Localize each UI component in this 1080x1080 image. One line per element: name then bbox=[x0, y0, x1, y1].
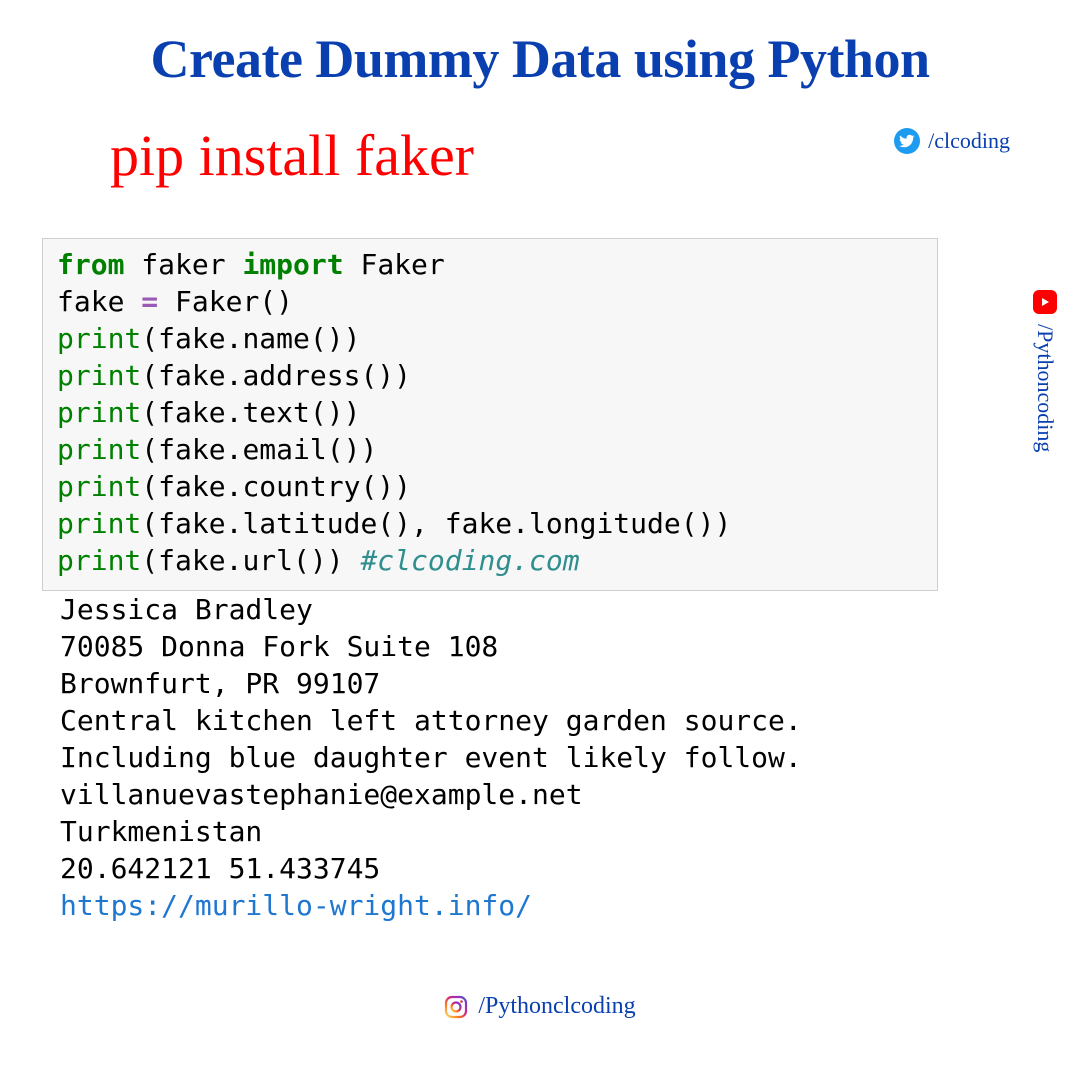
code-var: fake bbox=[57, 285, 141, 318]
code-arg-name: (fake.name()) bbox=[141, 322, 360, 355]
code-print: print bbox=[57, 359, 141, 392]
output-text-line2: Including blue daughter event likely fol… bbox=[60, 741, 802, 774]
instagram-handle: /Pythonclcoding bbox=[478, 993, 635, 1020]
output-address-line2: Brownfurt, PR 99107 bbox=[60, 667, 380, 700]
youtube-handle: /Pythoncoding bbox=[1032, 324, 1058, 452]
output-name: Jessica Bradley bbox=[60, 593, 313, 626]
output-country: Turkmenistan bbox=[60, 815, 262, 848]
code-operator: = bbox=[141, 285, 158, 318]
youtube-badge: /Pythoncoding bbox=[1032, 290, 1058, 452]
output-block: Jessica Bradley 70085 Donna Fork Suite 1… bbox=[60, 592, 802, 925]
instagram-icon bbox=[444, 995, 468, 1019]
twitter-icon bbox=[894, 128, 920, 154]
code-keyword-from: from bbox=[57, 248, 124, 281]
code-arg-country: (fake.country()) bbox=[141, 470, 411, 503]
code-print: print bbox=[57, 433, 141, 466]
code-cell: from faker import Faker fake = Faker() p… bbox=[42, 238, 938, 591]
code-print: print bbox=[57, 544, 141, 577]
code-keyword-import: import bbox=[242, 248, 343, 281]
code-print: print bbox=[57, 507, 141, 540]
code-comment: #clcoding.com bbox=[360, 544, 579, 577]
output-url: https://murillo-wright.info/ bbox=[60, 889, 532, 922]
code-arg-email: (fake.email()) bbox=[141, 433, 377, 466]
code-arg-address: (fake.address()) bbox=[141, 359, 411, 392]
code-print: print bbox=[57, 322, 141, 355]
code-module: faker bbox=[124, 248, 242, 281]
output-email: villanuevastephanie@example.net bbox=[60, 778, 583, 811]
youtube-icon bbox=[1033, 290, 1057, 314]
code-call: Faker() bbox=[158, 285, 293, 318]
instagram-badge: /Pythonclcoding bbox=[0, 993, 1080, 1020]
twitter-badge: /clcoding bbox=[894, 128, 1010, 154]
output-latlon: 20.642121 51.433745 bbox=[60, 852, 380, 885]
output-text-line1: Central kitchen left attorney garden sou… bbox=[60, 704, 802, 737]
code-arg-url: (fake.url()) bbox=[141, 544, 360, 577]
code-arg-text: (fake.text()) bbox=[141, 396, 360, 429]
code-class: Faker bbox=[344, 248, 445, 281]
pip-command: pip install faker bbox=[110, 122, 474, 189]
twitter-handle: /clcoding bbox=[928, 128, 1010, 154]
code-arg-latlon: (fake.latitude(), fake.longitude()) bbox=[141, 507, 731, 540]
code-print: print bbox=[57, 396, 141, 429]
page-title: Create Dummy Data using Python bbox=[0, 28, 1080, 90]
output-address-line1: 70085 Donna Fork Suite 108 bbox=[60, 630, 498, 663]
code-print: print bbox=[57, 470, 141, 503]
